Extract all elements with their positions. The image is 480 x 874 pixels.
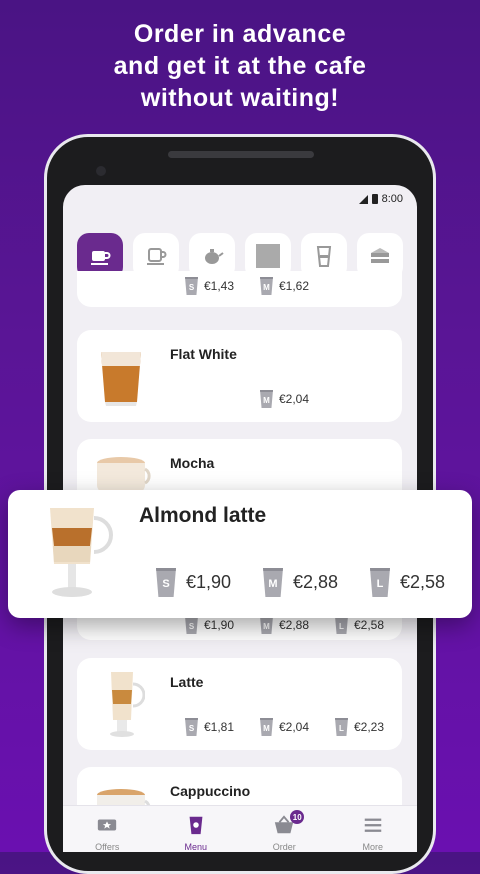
price-value: €2,23: [354, 720, 385, 734]
nav-menu[interactable]: Menu: [156, 806, 236, 852]
price-m[interactable]: M €1,62: [260, 277, 309, 295]
cup-size-icon: S: [185, 616, 198, 634]
price-value: €1,62: [279, 279, 310, 293]
headline-line-3: without waiting!: [140, 84, 340, 112]
price-value: €2,88: [293, 572, 339, 592]
cup-size-icon: S: [185, 718, 198, 736]
featured-price-s[interactable]: S €1,90: [156, 568, 231, 597]
nav-label: More: [362, 842, 383, 852]
price-value: €1,43: [204, 279, 235, 293]
price-s[interactable]: S €1,90: [185, 616, 234, 634]
price-value: €2,04: [279, 392, 310, 406]
signal-icon: [358, 194, 368, 204]
item-name: Cappuccino: [170, 783, 251, 799]
order-count-badge: 10: [290, 810, 305, 824]
phone-camera: [96, 166, 106, 176]
latte-image: [110, 672, 145, 737]
headline: Order in advance and get it at the cafe …: [0, 18, 480, 114]
cup-size-icon: M: [260, 616, 273, 634]
offers-icon: [98, 819, 117, 831]
teapot-icon: [205, 249, 224, 264]
item-name: Flat White: [170, 346, 237, 362]
cake-icon: [371, 248, 389, 263]
headline-line-1: Order in advance: [133, 20, 347, 48]
menu-item-card[interactable]: Flat White M €2,04: [77, 330, 402, 422]
bottom-nav: Offers Menu 10 Order More: [63, 805, 417, 852]
hamburger-icon: [364, 818, 381, 832]
cup-size-icon: L: [370, 568, 390, 597]
price-m[interactable]: M €2,04: [260, 718, 309, 736]
nav-more[interactable]: More: [333, 806, 413, 852]
price-value: €2,58: [354, 618, 385, 632]
menu-cup-icon: [189, 816, 203, 835]
mocha-image: [97, 457, 151, 493]
cup-size-icon: M: [263, 568, 283, 597]
cup-size-icon: S: [156, 568, 176, 597]
item-name: Latte: [170, 674, 204, 690]
nav-label: Order: [272, 842, 296, 852]
headline-line-2: and get it at the cafe: [113, 52, 367, 80]
featured-price-l[interactable]: L €2,58: [370, 568, 445, 597]
nav-label: Menu: [184, 842, 207, 852]
cup-size-icon: S: [185, 277, 198, 295]
mug-icon: [147, 248, 167, 265]
price-value: €2,04: [279, 720, 310, 734]
glass-icon: [316, 246, 332, 267]
price-m[interactable]: M €2,04: [260, 390, 309, 408]
price-value: €1,81: [204, 720, 235, 734]
nav-label: Offers: [95, 842, 120, 852]
status-time: 8:00: [381, 193, 403, 205]
battery-icon: [371, 194, 378, 204]
nav-offers[interactable]: Offers: [67, 806, 147, 852]
price-l[interactable]: L €2,58: [335, 616, 384, 634]
featured-price-m[interactable]: M €2,88: [263, 568, 338, 597]
price-value: €2,88: [279, 618, 310, 632]
price-value: €2,58: [400, 572, 446, 592]
menu-item-card[interactable]: S €1,43 M €1,62: [77, 271, 402, 307]
price-s[interactable]: S €1,43: [185, 277, 234, 295]
flat-white-image: [101, 352, 141, 406]
square-icon: [256, 244, 280, 268]
item-name: Mocha: [170, 455, 215, 471]
cup-size-icon: M: [260, 390, 273, 408]
status-bar: 8:00: [63, 185, 417, 215]
featured-item-card[interactable]: Almond latte S €1,90 M €2,88 L €2,58: [8, 490, 472, 618]
cup-size-icon: L: [335, 616, 348, 634]
price-l[interactable]: L €2,23: [335, 718, 384, 736]
coffee-cup-icon: [91, 251, 111, 265]
nav-order[interactable]: 10 Order: [244, 806, 324, 852]
price-value: €1,90: [186, 572, 232, 592]
cup-size-icon: M: [260, 718, 273, 736]
cup-size-icon: L: [335, 718, 348, 736]
featured-item-name: Almond latte: [139, 504, 267, 527]
price-s[interactable]: S €1,81: [185, 718, 234, 736]
menu-item-card[interactable]: Latte S €1,81 M €2,04 L €2,23: [77, 658, 402, 750]
price-m[interactable]: M €2,88: [260, 616, 309, 634]
phone-speaker: [168, 151, 314, 158]
cup-size-icon: M: [260, 277, 273, 295]
almond-latte-image: [50, 508, 113, 597]
price-value: €1,90: [204, 618, 235, 632]
